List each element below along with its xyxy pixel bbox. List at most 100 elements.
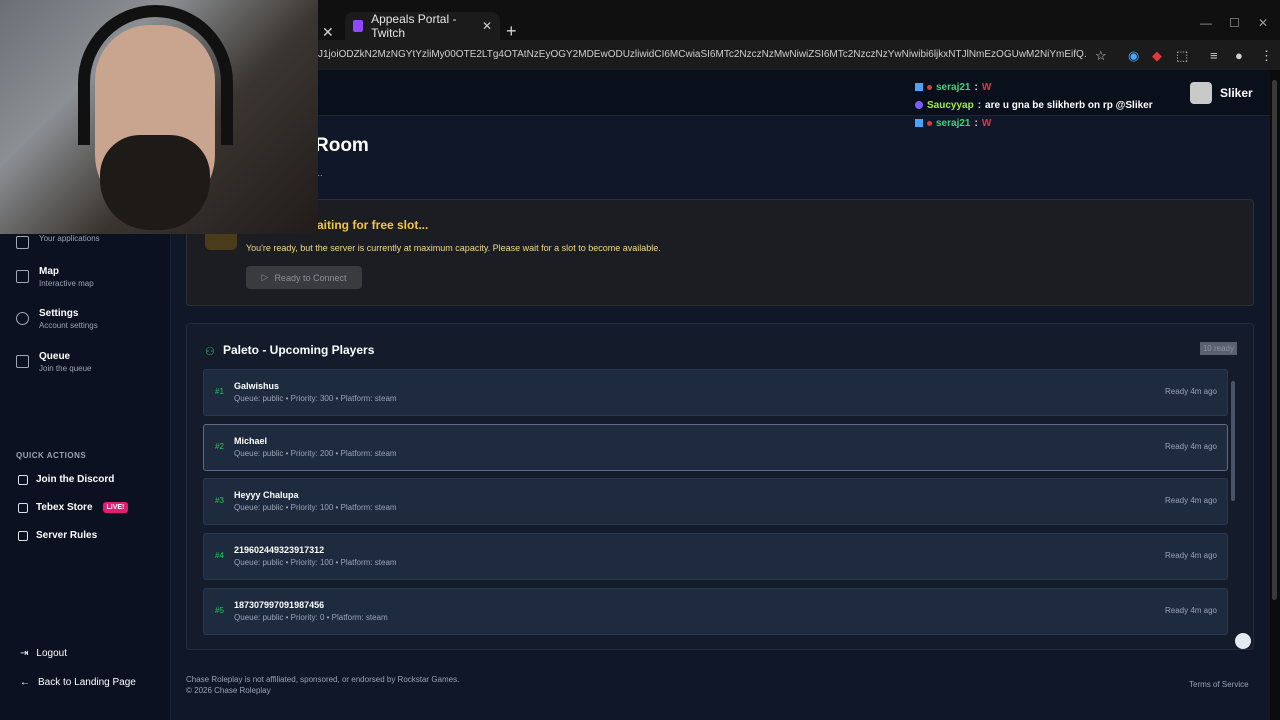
rules-icon: [18, 530, 28, 541]
back-to-landing-link[interactable]: ← Back to Landing Page: [20, 677, 136, 688]
tebex-label: Tebex Store: [36, 502, 93, 513]
sidebar-item-map[interactable]: Map Interactive map: [16, 266, 94, 288]
player-row[interactable]: #5 187307997091987456 Queue: public • Pr…: [203, 587, 1228, 635]
sidebar-item-label: Settings: [39, 308, 79, 319]
extensions-icon[interactable]: ⬚: [1176, 48, 1188, 64]
tab-appeals-portal[interactable]: Appeals Portal - Twitch ✕: [345, 12, 500, 40]
sidebar-item-label: Map: [39, 266, 59, 277]
star-icon[interactable]: ☆: [1095, 48, 1107, 64]
terms-of-service-link[interactable]: Terms of Service: [1189, 680, 1249, 689]
streamer-beard: [100, 135, 210, 230]
player-status: Ready 4m ago: [1164, 441, 1217, 451]
url-field[interactable]: J1joiODZkN2MzNGYtYzliMy00OTE2LTg4OTAtNzE…: [318, 49, 1086, 60]
sidebar-item-queue[interactable]: Queue Join the queue: [16, 351, 92, 373]
footer-copyright: © 2026 Chase Roleplay: [186, 686, 271, 695]
headset: [78, 5, 233, 145]
stream-chat-overlay: seraj21 : W Saucyyap : are u gna be slik…: [915, 78, 1155, 132]
webcam-overlay: [0, 0, 318, 234]
chat-user: seraj21: [936, 117, 971, 129]
player-row[interactable]: #4 219602449323917312 Queue: public • Pr…: [203, 533, 1228, 581]
sidebar-item-applications[interactable]: Your applications: [16, 232, 100, 249]
user-profile[interactable]: Sliker: [1190, 82, 1253, 104]
profile-menu-icon[interactable]: ●: [1235, 48, 1243, 63]
ready-count-badge: 10 ready: [1199, 342, 1237, 355]
page-title: Room: [315, 135, 369, 156]
player-meta: Queue: public • Priority: 200 • Platform…: [234, 448, 397, 458]
window-close-icon[interactable]: ✕: [1258, 16, 1268, 30]
footer: Chase Roleplay is not affiliated, sponso…: [186, 674, 459, 696]
player-status: Ready 4m ago: [1164, 496, 1217, 506]
arrow-left-icon: ←: [20, 677, 30, 688]
minimize-icon[interactable]: —: [1200, 16, 1212, 30]
chat-text: W: [981, 81, 992, 93]
extension-red-icon[interactable]: ◆: [1152, 48, 1162, 64]
player-status: Ready 4m ago: [1164, 605, 1217, 615]
server-rules-link[interactable]: Server Rules: [18, 530, 97, 541]
player-row[interactable]: #2 Michael Queue: public • Priority: 200…: [203, 423, 1228, 471]
player-name: Michael: [234, 435, 268, 446]
chat-dot-icon: [927, 120, 932, 126]
rules-label: Server Rules: [36, 530, 98, 541]
chat-message: seraj21 : W: [915, 114, 1155, 132]
map-icon: [16, 270, 29, 283]
sidebar-item-settings[interactable]: Settings Account settings: [16, 308, 98, 330]
sidebar-item-label: Queue: [39, 351, 71, 362]
tebex-store-link[interactable]: Tebex Store LIVE!: [18, 502, 129, 513]
chat-badge-icon: [915, 83, 923, 91]
maximize-icon[interactable]: ☐: [1229, 16, 1240, 30]
quick-actions-heading: QUICK ACTIONS: [16, 451, 87, 460]
player-name: 187307997091987456: [234, 599, 325, 610]
player-row[interactable]: #3 Heyyy Chalupa Queue: public • Priorit…: [203, 478, 1228, 526]
queue-icon: [16, 355, 29, 368]
profile-name: Sliker: [1220, 86, 1253, 100]
chat-text: are u gna be slikherb on rp @Sliker: [985, 99, 1153, 111]
player-rank: #1: [215, 387, 224, 396]
discord-icon: [18, 474, 28, 485]
ready-to-connect-button[interactable]: ▷ Ready to Connect: [246, 266, 362, 289]
avatar: [1190, 82, 1212, 104]
back-label: Back to Landing Page: [38, 677, 136, 688]
player-list-scrollbar[interactable]: [1231, 381, 1235, 501]
media-icon[interactable]: ≡: [1210, 48, 1218, 63]
player-rank: #3: [215, 496, 224, 506]
twitch-icon: [353, 20, 364, 32]
player-meta: Queue: public • Priority: 300 • Platform…: [234, 394, 397, 403]
upcoming-players-card: ⚇ Paleto - Upcoming Players 10 ready #1 …: [186, 323, 1254, 650]
live-badge: LIVE!: [102, 502, 129, 513]
sidebar-item-subtitle: Join the queue: [39, 364, 92, 373]
player-rank: #5: [215, 605, 224, 615]
player-list[interactable]: #1 Galwishus Queue: public • Priority: 3…: [203, 369, 1228, 637]
chat-message: Saucyyap : are u gna be slikherb on rp @…: [915, 96, 1155, 114]
page-scrollbar-thumb[interactable]: [1272, 80, 1277, 600]
logout-icon: ⇥: [20, 648, 29, 659]
discord-link[interactable]: Join the Discord: [18, 474, 114, 485]
play-icon: ▷: [261, 272, 269, 282]
player-row[interactable]: #1 Galwishus Queue: public • Priority: 3…: [203, 369, 1228, 416]
sidebar-item-subtitle: Your applications: [39, 234, 100, 243]
ready-to-connect-label: Ready to Connect: [274, 272, 347, 283]
status-message: You're ready, but the server is currentl…: [246, 243, 661, 253]
gear-icon: [16, 312, 29, 325]
users-icon: ⚇: [205, 346, 215, 358]
player-status: Ready 4m ago: [1164, 551, 1217, 561]
chat-badge-icon: [915, 101, 923, 109]
more-icon[interactable]: ⋮: [1260, 48, 1273, 64]
players-title: Paleto - Upcoming Players: [223, 343, 375, 357]
chat-message: seraj21 : W: [915, 78, 1155, 96]
sidebar-item-subtitle: Account settings: [39, 321, 98, 330]
player-meta: Queue: public • Priority: 100 • Platform…: [234, 558, 397, 568]
player-rank: #4: [215, 551, 224, 561]
logout-label: Logout: [36, 648, 67, 659]
player-rank: #2: [215, 441, 224, 451]
chat-text: W: [981, 117, 992, 129]
discord-label: Join the Discord: [36, 474, 115, 485]
cookie-icon[interactable]: [1235, 633, 1251, 649]
applications-icon: [16, 236, 29, 249]
logout-button[interactable]: ⇥ Logout: [20, 648, 67, 659]
close-icon[interactable]: ✕: [482, 19, 492, 33]
footer-disclaimer: Chase Roleplay is not affiliated, sponso…: [186, 675, 460, 684]
player-meta: Queue: public • Priority: 0 • Platform: …: [234, 612, 388, 622]
status-title: aiting for free slot...: [317, 218, 429, 232]
player-name: Heyyy Chalupa: [234, 490, 299, 501]
extension-audio-icon[interactable]: ◉: [1128, 48, 1139, 64]
